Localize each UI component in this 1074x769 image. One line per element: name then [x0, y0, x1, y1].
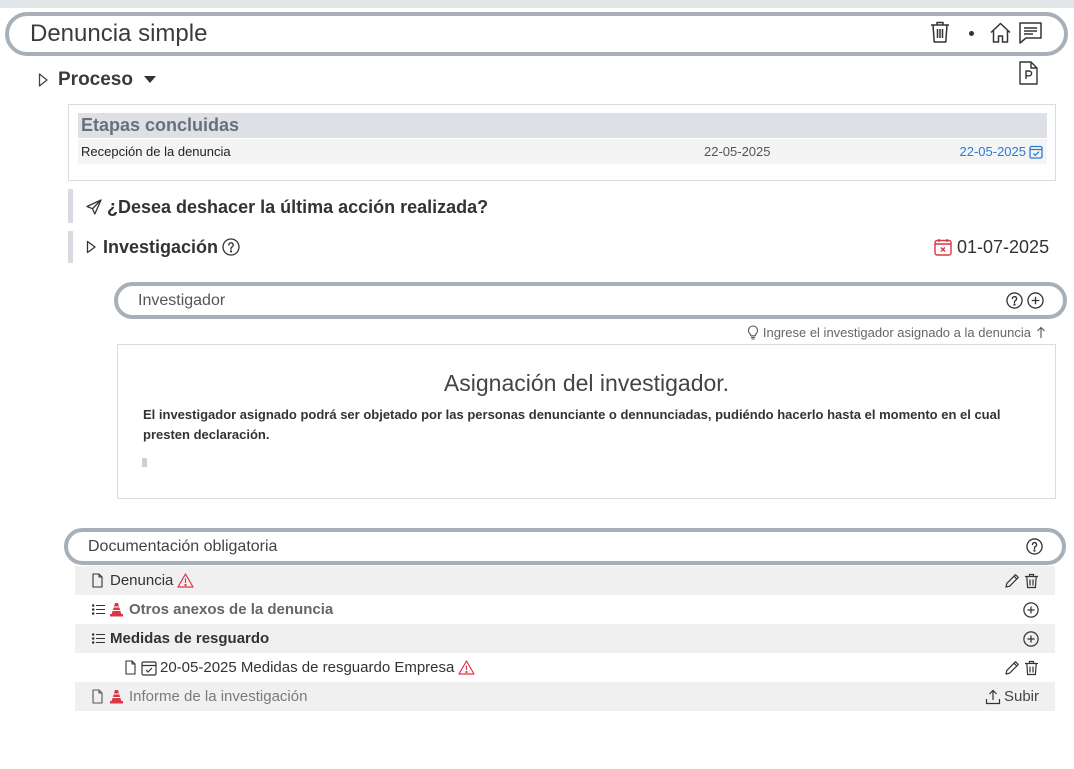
documentacion-list: Denuncia Otros anexos de la denuncia Med… [75, 566, 1055, 711]
undo-last-action[interactable]: ¿Desea deshacer la última acción realiza… [86, 195, 488, 219]
upload-label: Subir [1003, 688, 1039, 705]
file-icon [125, 660, 136, 675]
expand-triangle-icon [37, 72, 49, 88]
lightbulb-icon [747, 325, 759, 340]
asignacion-title: Asignación del investigador. [443, 370, 730, 396]
calendar-x-icon [934, 238, 952, 256]
traffic-cone-icon [110, 602, 123, 617]
row-actions [1023, 624, 1039, 653]
doc-label: 20-05-2025 Medidas de resguardo Empresa [160, 659, 455, 676]
trash-icon[interactable] [1024, 660, 1039, 676]
warning-icon [177, 573, 194, 588]
stage-name: Recepción de la denuncia [81, 144, 231, 159]
row-actions [1023, 595, 1039, 624]
trash-icon[interactable] [1024, 573, 1039, 589]
undo-question: ¿Desea deshacer la última acción realiza… [107, 196, 489, 217]
pdf-document-icon[interactable] [1018, 60, 1039, 86]
text-cursor-marker [142, 458, 147, 467]
warning-icon [458, 660, 475, 675]
trash-icon[interactable] [929, 20, 951, 44]
documentacion-title: Documentación obligatoria [88, 538, 278, 555]
row-actions [1004, 566, 1039, 595]
case-title: Denuncia simple [30, 20, 208, 47]
doc-label: Informe de la investigación [129, 688, 308, 705]
file-icon [92, 573, 103, 588]
plus-circle-icon[interactable] [1027, 292, 1044, 309]
doc-label: Denuncia [110, 572, 174, 589]
top-bar [0, 0, 1074, 8]
calendar-check-icon [141, 660, 157, 676]
proceso-toggle[interactable]: Proceso [37, 68, 156, 92]
plus-circle-icon[interactable] [1023, 630, 1039, 647]
proceso-label: Proceso [58, 69, 133, 90]
doc-label: Medidas de resguardo [110, 630, 270, 647]
hint-text: Ingrese el investigador asignado a la de… [762, 325, 1031, 340]
doc-label: Otros anexos de la denuncia [129, 601, 334, 618]
file-icon [92, 689, 103, 704]
undo-accent-bar [68, 189, 73, 223]
stage-date-link[interactable]: 22-05-2025 [960, 139, 1044, 164]
completed-stages-panel: Etapas concluidas Recepción de la denunc… [68, 104, 1056, 181]
pencil-icon[interactable] [1004, 660, 1020, 676]
completed-stages-title: Etapas concluidas [78, 113, 1047, 138]
list-icon [92, 632, 105, 645]
separator-dot [969, 31, 974, 36]
due-date-text: 01-07-2025 [957, 236, 1050, 257]
list-icon [92, 603, 105, 616]
documentacion-header: Documentación obligatoria [64, 528, 1066, 565]
caret-down-icon[interactable] [143, 76, 156, 84]
question-circle-icon[interactable] [222, 238, 240, 256]
completed-stage-row: Recepción de la denuncia 22-05-2025 22-0… [78, 139, 1047, 164]
row-actions [1004, 653, 1039, 682]
investigacion-due-date: 01-07-2025 [934, 235, 1049, 259]
arrow-up-icon [1036, 326, 1046, 339]
list-item[interactable]: Informe de la investigación Subir [75, 682, 1055, 711]
upload-button[interactable]: Subir [985, 682, 1039, 711]
calendar-check-icon [1029, 145, 1043, 159]
list-item[interactable]: Otros anexos de la denuncia [75, 595, 1055, 624]
expand-triangle-icon [86, 240, 97, 254]
question-circle-icon[interactable] [1006, 292, 1023, 309]
investigacion-accent-bar [68, 231, 73, 263]
asignacion-body: El investigador asignado podrá ser objet… [143, 407, 1001, 442]
investigador-input[interactable] [138, 286, 978, 315]
investigacion-label: Investigación [103, 236, 219, 257]
case-header: Denuncia simple [5, 12, 1068, 56]
traffic-cone-icon [110, 689, 123, 704]
list-item[interactable]: Denuncia [75, 566, 1055, 595]
investigador-field [114, 282, 1067, 319]
pencil-icon[interactable] [1004, 573, 1020, 589]
send-icon [86, 199, 102, 215]
investigacion-toggle[interactable]: Investigación [86, 235, 240, 259]
investigador-hint: Ingrese el investigador asignado a la de… [747, 324, 1046, 341]
asignacion-panel: Asignación del investigador. El investig… [117, 344, 1056, 499]
stage-date-link-text: 22-05-2025 [959, 144, 1027, 159]
plus-circle-icon[interactable] [1023, 601, 1039, 618]
list-item[interactable]: 20-05-2025 Medidas de resguardo Empresa [75, 653, 1055, 682]
question-circle-icon[interactable] [1026, 538, 1043, 555]
list-item[interactable]: Medidas de resguardo [75, 624, 1055, 653]
chat-icon[interactable] [1018, 20, 1043, 45]
upload-icon [985, 689, 1001, 705]
home-icon[interactable] [989, 21, 1012, 44]
stage-date: 22-05-2025 [704, 144, 771, 159]
